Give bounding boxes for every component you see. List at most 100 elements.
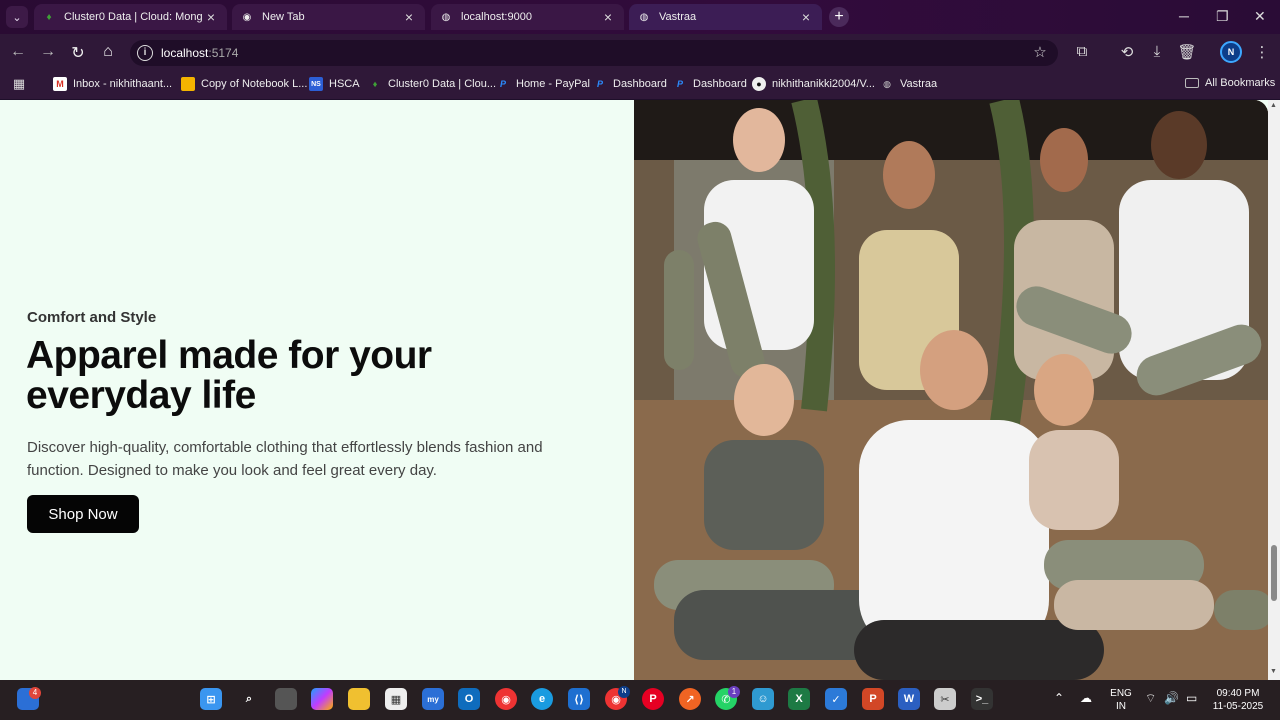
scroll-thumb[interactable]: [1271, 545, 1277, 601]
page-scrollbar[interactable]: ▲ ▼: [1268, 100, 1280, 680]
bookmark-label: Home - PayPal: [516, 78, 590, 90]
word-icon[interactable]: W: [898, 688, 920, 710]
tab-localhost-9000[interactable]: ◍ localhost:9000 ×: [431, 4, 624, 30]
url-text[interactable]: localhost:5174: [161, 46, 238, 60]
clock-date: 11-05-2025: [1212, 701, 1264, 712]
chrome-icon: ◉: [242, 11, 252, 23]
leaf-icon: ♦: [46, 11, 52, 23]
chrome-icon[interactable]: ◉: [495, 688, 517, 710]
widgets-badge: 4: [29, 687, 41, 699]
bookmark-label: Dashboard: [613, 78, 667, 90]
powerpoint-icon[interactable]: P: [862, 688, 884, 710]
bookmark-mongodb[interactable]: ♦ Cluster0 Data | Clou...: [368, 77, 496, 91]
copilot-icon[interactable]: [311, 688, 333, 710]
bookmark-paypal-home[interactable]: P Home - PayPal: [496, 77, 590, 91]
leaf-icon: ♦: [372, 79, 378, 89]
excel-icon[interactable]: X: [788, 688, 810, 710]
pinterest-icon[interactable]: P: [642, 688, 664, 710]
new-tab-button[interactable]: +: [829, 7, 849, 27]
clock[interactable]: 09:40 PM 11-05-2025: [1208, 687, 1268, 713]
apps-icon[interactable]: ▦: [12, 76, 32, 91]
bookmark-notebook[interactable]: Copy of Notebook L...: [181, 77, 307, 91]
tab-vastraa[interactable]: ◍ Vastraa ×: [629, 4, 822, 30]
store-icon[interactable]: ▦: [385, 688, 407, 710]
search-icon[interactable]: ⌕: [238, 688, 260, 710]
tab-new-tab[interactable]: ◉ New Tab ×: [232, 4, 425, 30]
bookmark-vastraa[interactable]: ◍ Vastraa: [880, 77, 937, 91]
star-icon[interactable]: ☆: [1030, 43, 1050, 61]
site-info-icon[interactable]: i: [137, 45, 153, 61]
tray-overflow-icon[interactable]: ⌃: [1054, 692, 1064, 705]
globe-icon: ◍: [441, 11, 451, 23]
minimize-icon[interactable]: ─: [1179, 8, 1189, 24]
close-icon[interactable]: ×: [798, 9, 814, 25]
file-explorer-icon[interactable]: [348, 688, 370, 710]
scroll-up-icon[interactable]: ▲: [1270, 102, 1277, 109]
battery-icon[interactable]: ▭: [1186, 692, 1197, 705]
tab-title: Cluster0 Data | Cloud: MongoDB: [64, 11, 203, 23]
trash-icon[interactable]: 🗑: [1177, 43, 1197, 61]
address-bar[interactable]: [130, 40, 1058, 66]
bookmark-hsca[interactable]: NS HSCA: [309, 77, 360, 91]
group-yoga-photo: [634, 100, 1268, 680]
todo-icon[interactable]: ✓: [825, 688, 847, 710]
bookmark-dashboard-2[interactable]: P Dashboard: [673, 77, 747, 91]
bookmark-label: Cluster0 Data | Clou...: [388, 78, 497, 90]
outlook-icon[interactable]: O: [458, 688, 480, 710]
hero-section: Comfort and Style Apparel made for your …: [0, 100, 634, 680]
onedrive-icon[interactable]: ☁: [1080, 692, 1092, 705]
paypal-icon: P: [676, 79, 683, 89]
gmail-icon: M: [53, 77, 67, 91]
forward-icon[interactable]: →: [38, 43, 58, 61]
slides-icon: [181, 77, 195, 91]
download-icon[interactable]: ⤓: [1147, 43, 1167, 60]
close-icon[interactable]: ×: [600, 9, 616, 25]
task-view-icon[interactable]: [275, 688, 297, 710]
teams-icon[interactable]: ☺: [752, 688, 774, 710]
vscode-icon[interactable]: ⟨⟩: [568, 688, 590, 710]
volume-icon[interactable]: 🔊: [1164, 692, 1179, 705]
paypal-icon: P: [596, 79, 603, 89]
url-host: localhost: [161, 46, 209, 60]
postman-icon[interactable]: ↗: [679, 688, 701, 710]
mytools-icon[interactable]: my: [422, 688, 444, 710]
wifi-icon[interactable]: ⌔: [1145, 692, 1156, 705]
whatsapp-badge: 1: [728, 686, 740, 698]
hero-description: Discover high-quality, comfortable cloth…: [27, 439, 543, 479]
start-icon[interactable]: ⊞: [200, 688, 222, 710]
globe-icon: ◍: [639, 11, 649, 23]
close-icon[interactable]: ×: [203, 9, 219, 25]
tab-title: localhost:9000: [461, 11, 532, 23]
extensions-icon[interactable]: ⧉: [1072, 43, 1092, 60]
bookmark-github[interactable]: ● nikhithanikki2004/V...: [752, 77, 875, 91]
reload-icon[interactable]: ↻: [68, 43, 88, 63]
shop-now-button[interactable]: Shop Now: [27, 495, 139, 533]
back-icon[interactable]: ←: [8, 43, 28, 61]
close-icon[interactable]: ×: [401, 9, 417, 25]
bookmark-label: All Bookmarks: [1205, 77, 1276, 89]
ns-icon: NS: [309, 77, 323, 91]
menu-icon[interactable]: ⋮: [1252, 43, 1272, 61]
history-icon[interactable]: ⟲: [1117, 43, 1137, 61]
url-port: :5174: [208, 46, 239, 60]
folder-icon: [1185, 78, 1199, 88]
window-close-icon[interactable]: ✕: [1254, 8, 1266, 25]
bookmark-label: Vastraa: [900, 78, 938, 90]
all-bookmarks[interactable]: All Bookmarks: [1185, 77, 1275, 89]
home-icon[interactable]: ⌂: [98, 43, 118, 61]
bookmark-inbox[interactable]: M Inbox - nikhithaant...: [53, 77, 172, 91]
language-indicator[interactable]: ENG IN: [1108, 687, 1134, 713]
bookmark-label: Inbox - nikhithaant...: [73, 78, 173, 90]
scroll-down-icon[interactable]: ▼: [1270, 668, 1277, 675]
tab-search-button[interactable]: ⌄: [6, 6, 28, 28]
lang-line2: IN: [1116, 701, 1126, 712]
snipping-tool-icon[interactable]: ✂: [934, 688, 956, 710]
bookmark-label: HSCA: [329, 78, 360, 90]
avatar[interactable]: N: [1220, 41, 1242, 63]
bookmark-dashboard-1[interactable]: P Dashboard: [593, 77, 667, 91]
maximize-icon[interactable]: ❐: [1216, 8, 1229, 25]
tab-mongodb[interactable]: ♦ Cluster0 Data | Cloud: MongoDB ×: [34, 4, 227, 30]
edge-icon[interactable]: e: [531, 688, 553, 710]
bookmark-label: Copy of Notebook L...: [201, 78, 308, 90]
terminal-icon[interactable]: >_: [971, 688, 993, 710]
